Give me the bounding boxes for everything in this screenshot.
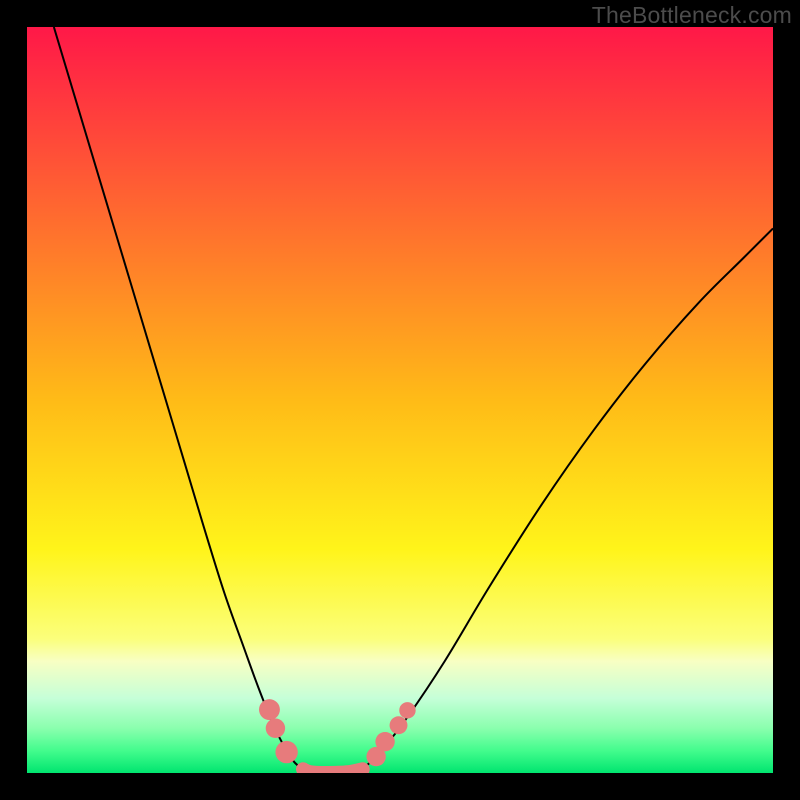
chart-frame: TheBottleneck.com [0,0,800,800]
blob-1 [266,719,285,738]
series-valley_floor [303,769,363,773]
chart-svg [27,27,773,773]
gradient-background [27,27,773,773]
blob-4 [375,732,394,751]
watermark-text: TheBottleneck.com [592,2,792,29]
blob-0 [259,699,280,720]
blob-6 [399,702,415,718]
blob-5 [390,716,408,734]
blob-2 [275,741,297,763]
plot-area [27,27,773,773]
